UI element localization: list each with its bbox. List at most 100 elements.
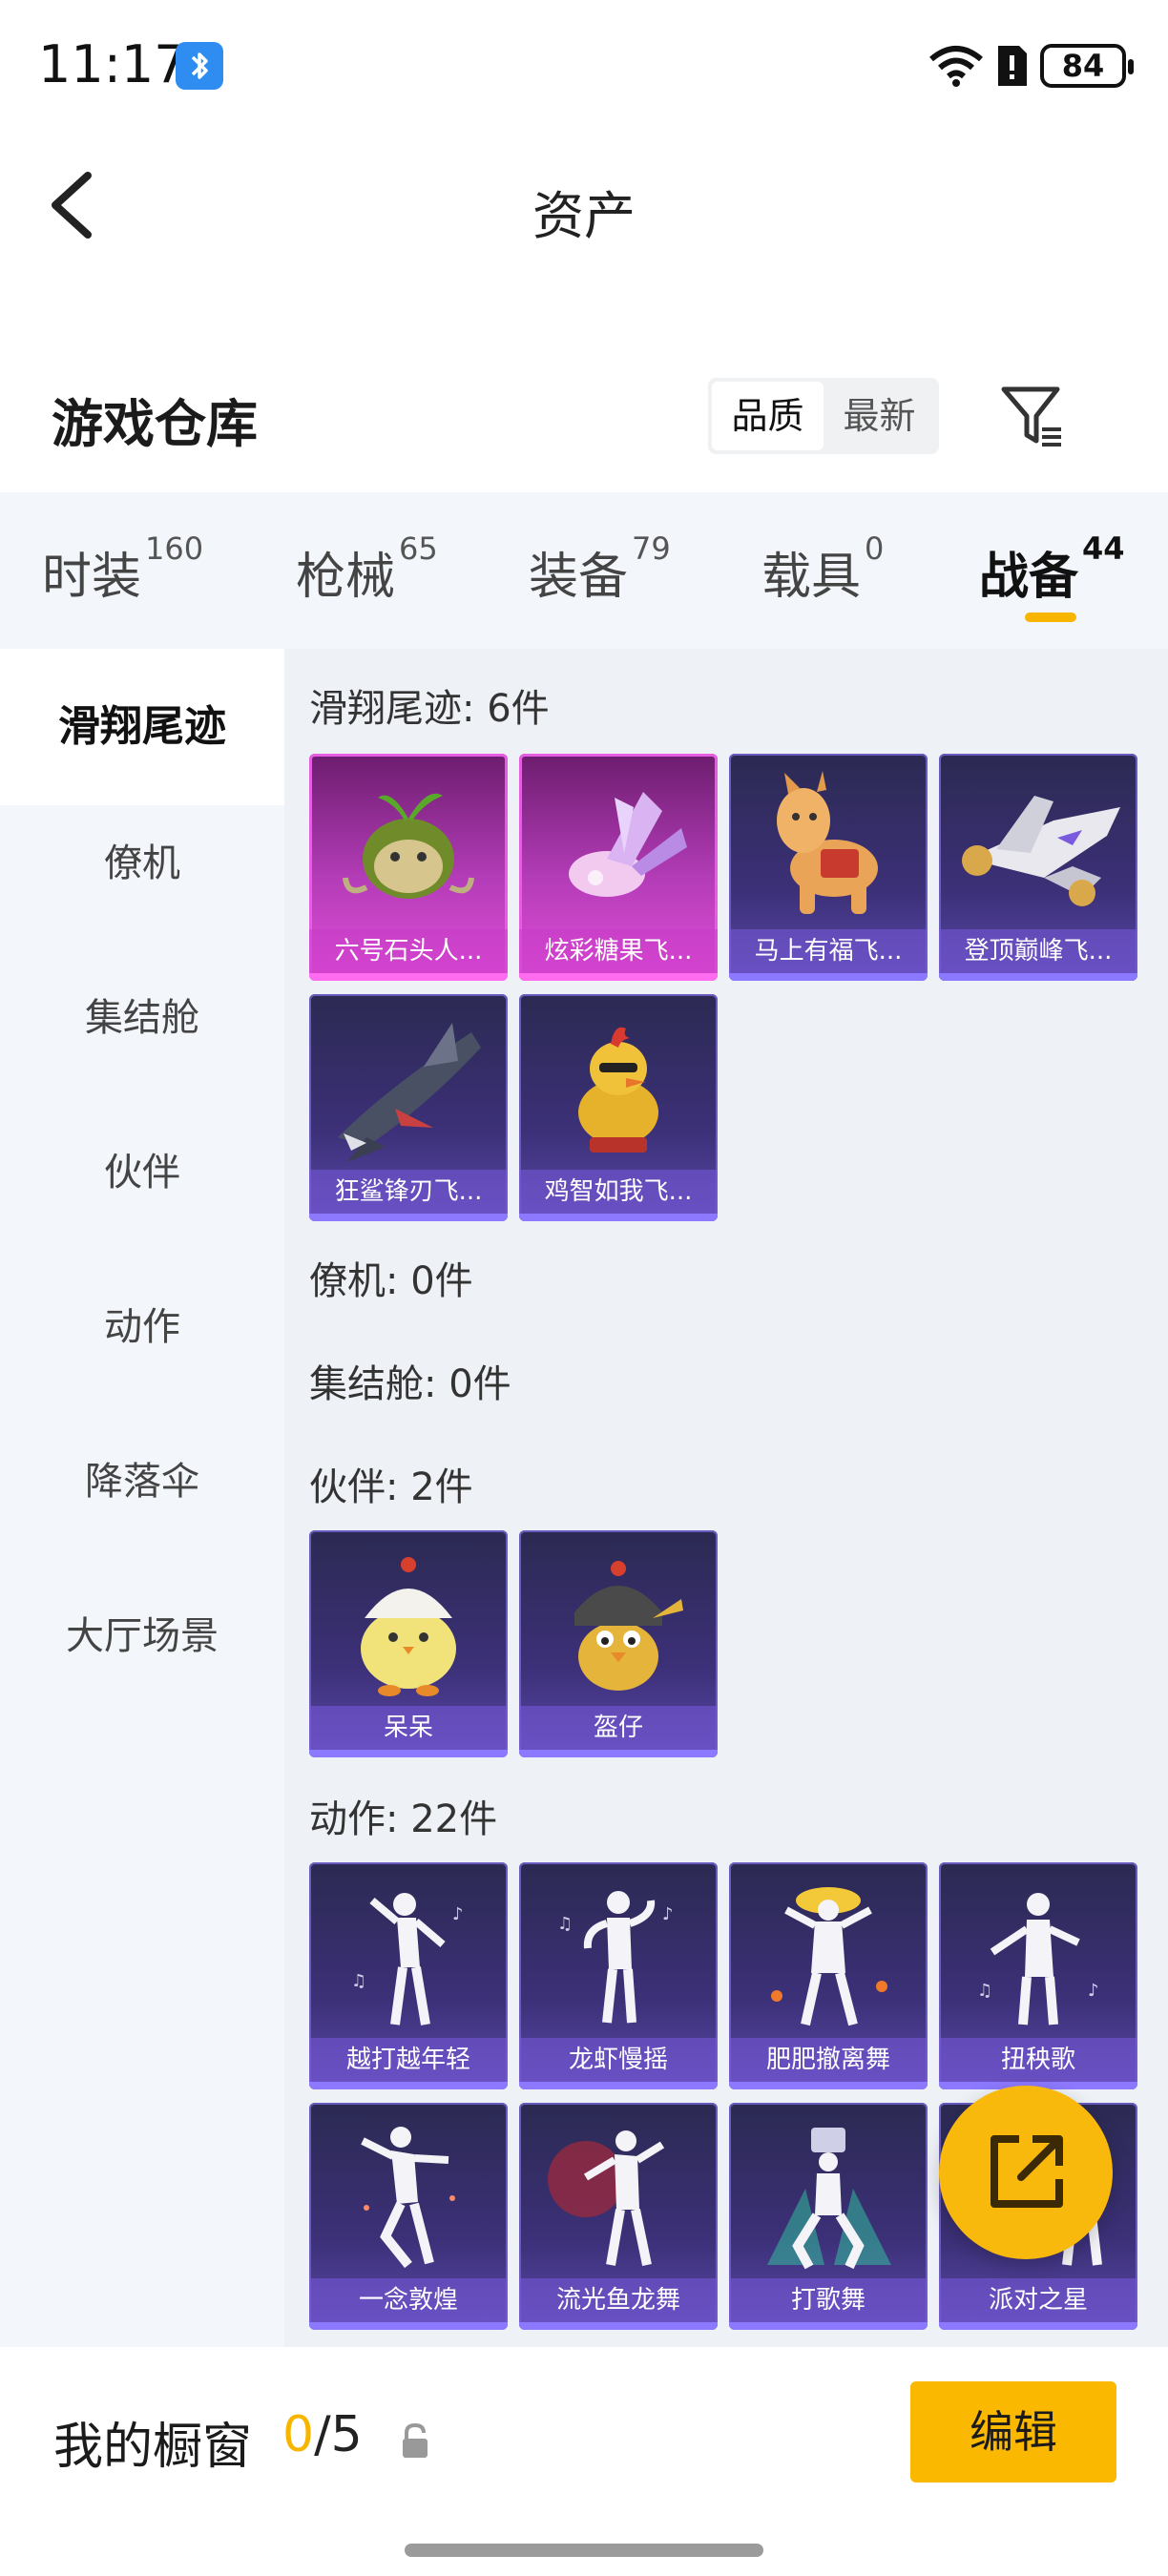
- item-card[interactable]: 肥肥撤离舞: [729, 1862, 928, 2089]
- filter-button[interactable]: [998, 382, 1067, 450]
- showcase-total: /5: [314, 2406, 363, 2463]
- item-card[interactable]: 狂鲨锋刃飞...: [309, 994, 508, 1221]
- item-thumbnail: [939, 754, 1137, 931]
- item-card[interactable]: ♪ ♫ 越打越年轻: [309, 1862, 508, 2089]
- sidebar-item-parachute[interactable]: 降落伞: [0, 1458, 284, 1506]
- item-thumbnail: [519, 2103, 718, 2280]
- status-bar: 11:17 84: [0, 0, 1168, 134]
- item-card[interactable]: ♪ ♫ 龙虾慢摇: [519, 1862, 718, 2089]
- item-thumbnail: ♪ ♫: [519, 1862, 718, 2040]
- item-thumbnail: ♪ ♫: [309, 1862, 508, 2040]
- item-name: 登顶巅峰飞...: [939, 929, 1137, 973]
- share-button[interactable]: [939, 2086, 1113, 2259]
- item-name: 扭秧歌: [939, 2038, 1137, 2082]
- tab-equipment[interactable]: 装备 79: [529, 530, 671, 608]
- tab-count: 0: [865, 530, 885, 567]
- tab-label: 枪械: [296, 549, 396, 606]
- rarity-bar: [309, 973, 508, 981]
- item-name: 派对之星: [939, 2278, 1137, 2322]
- tab-vehicles[interactable]: 载具 0: [761, 530, 884, 608]
- edit-button[interactable]: 编辑: [910, 2381, 1116, 2483]
- tab-count: 79: [632, 530, 671, 567]
- rarity-bar: [729, 2322, 928, 2330]
- svg-text:♪: ♪: [662, 1904, 674, 1924]
- section-title-partner: 伙伴: 2件: [309, 1465, 473, 1509]
- item-card[interactable]: 流光鱼龙舞: [519, 2103, 718, 2330]
- item-card[interactable]: 呆呆: [309, 1530, 508, 1757]
- tab-label: 战备: [979, 549, 1079, 606]
- rarity-bar: [519, 2082, 718, 2089]
- item-card[interactable]: 炫彩糖果飞...: [519, 754, 718, 981]
- sidebar-item-wingman[interactable]: 僚机: [0, 840, 284, 887]
- showcase-count: 0/5: [282, 2406, 363, 2463]
- sort-toggle: 品质 最新: [708, 378, 939, 454]
- tab-weapons[interactable]: 枪械 65: [296, 530, 438, 608]
- bluetooth-icon: [176, 42, 223, 90]
- item-name: 肥肥撤离舞: [729, 2038, 928, 2082]
- battery-indicator: 84: [1040, 44, 1134, 88]
- item-name: 打歌舞: [729, 2278, 928, 2322]
- item-thumbnail: [309, 2103, 508, 2280]
- item-card[interactable]: 六号石头人...: [309, 754, 508, 981]
- item-card[interactable]: 马上有福飞...: [729, 754, 928, 981]
- tab-count: 65: [399, 530, 438, 567]
- item-thumbnail: [729, 2103, 928, 2280]
- section-title-emote: 动作: 22件: [309, 1797, 498, 1841]
- item-card[interactable]: 鸡智如我飞...: [519, 994, 718, 1221]
- share-icon: [991, 2135, 1063, 2208]
- item-thumbnail: [309, 994, 508, 1172]
- sidebar-item-lobby-scene[interactable]: 大厅场景: [0, 1612, 284, 1660]
- tab-battle-gear[interactable]: 战备 44: [979, 530, 1125, 608]
- rarity-bar: [309, 2322, 508, 2330]
- item-card[interactable]: 打歌舞: [729, 2103, 928, 2330]
- item-name: 龙虾慢摇: [519, 2038, 718, 2082]
- rarity-bar: [729, 2082, 928, 2089]
- item-name: 狂鲨锋刃飞...: [309, 1170, 508, 1214]
- rarity-bar: [729, 973, 928, 981]
- filter-icon: [1001, 386, 1061, 447]
- showcase-bar: 我的橱窗 0/5 编辑: [0, 2347, 1168, 2576]
- rarity-bar: [309, 1750, 508, 1757]
- sort-by-latest[interactable]: 最新: [824, 382, 935, 450]
- item-card[interactable]: ♫ ♪ 扭秧歌: [939, 1862, 1137, 2089]
- rarity-bar: [519, 1214, 718, 1221]
- item-name: 呆呆: [309, 1706, 508, 1750]
- svg-text:♪: ♪: [452, 1904, 464, 1924]
- category-tabs: 时装 160 枪械 65 装备 79 载具 0 战备 44: [0, 492, 1168, 649]
- wifi-icon: [929, 46, 983, 87]
- item-thumbnail: [519, 1530, 718, 1708]
- rarity-bar: [519, 1750, 718, 1757]
- sidebar-item-glide-trail[interactable]: 滑翔尾迹: [0, 649, 284, 805]
- item-name: 一念敦煌: [309, 2278, 508, 2322]
- tab-label: 载具: [761, 549, 862, 606]
- page-title: 资产: [532, 186, 636, 246]
- showcase-title: 我的橱窗: [53, 2419, 253, 2476]
- rarity-bar: [309, 1214, 508, 1221]
- item-card[interactable]: 盔仔: [519, 1530, 718, 1757]
- sidebar-item-pod[interactable]: 集结舱: [0, 994, 284, 1042]
- lock-icon: [403, 2422, 428, 2458]
- warehouse-title: 游戏仓库: [52, 394, 258, 454]
- tab-fashion[interactable]: 时装 160: [42, 530, 203, 608]
- showcase-current: 0: [282, 2406, 315, 2463]
- section-title-wingman: 僚机: 0件: [309, 1259, 473, 1303]
- sort-by-quality[interactable]: 品质: [712, 382, 824, 450]
- rarity-bar: [519, 2322, 718, 2330]
- item-thumbnail: [519, 754, 718, 931]
- item-thumbnail: [729, 1862, 928, 2040]
- item-thumbnail: [519, 994, 718, 1172]
- item-name: 越打越年轻: [309, 2038, 508, 2082]
- rarity-bar: [939, 2322, 1137, 2330]
- home-indicator[interactable]: [405, 2544, 763, 2557]
- svg-text:♫: ♫: [977, 1981, 992, 2001]
- item-thumbnail: [309, 754, 508, 931]
- rarity-bar: [309, 2082, 508, 2089]
- item-name: 盔仔: [519, 1706, 718, 1750]
- tab-count: 44: [1082, 530, 1125, 567]
- item-card[interactable]: 登顶巅峰飞...: [939, 754, 1137, 981]
- sidebar-item-emote[interactable]: 动作: [0, 1303, 284, 1351]
- item-name: 鸡智如我飞...: [519, 1170, 718, 1214]
- rarity-bar: [939, 973, 1137, 981]
- item-card[interactable]: 一念敦煌: [309, 2103, 508, 2330]
- sidebar-item-partner[interactable]: 伙伴: [0, 1149, 284, 1196]
